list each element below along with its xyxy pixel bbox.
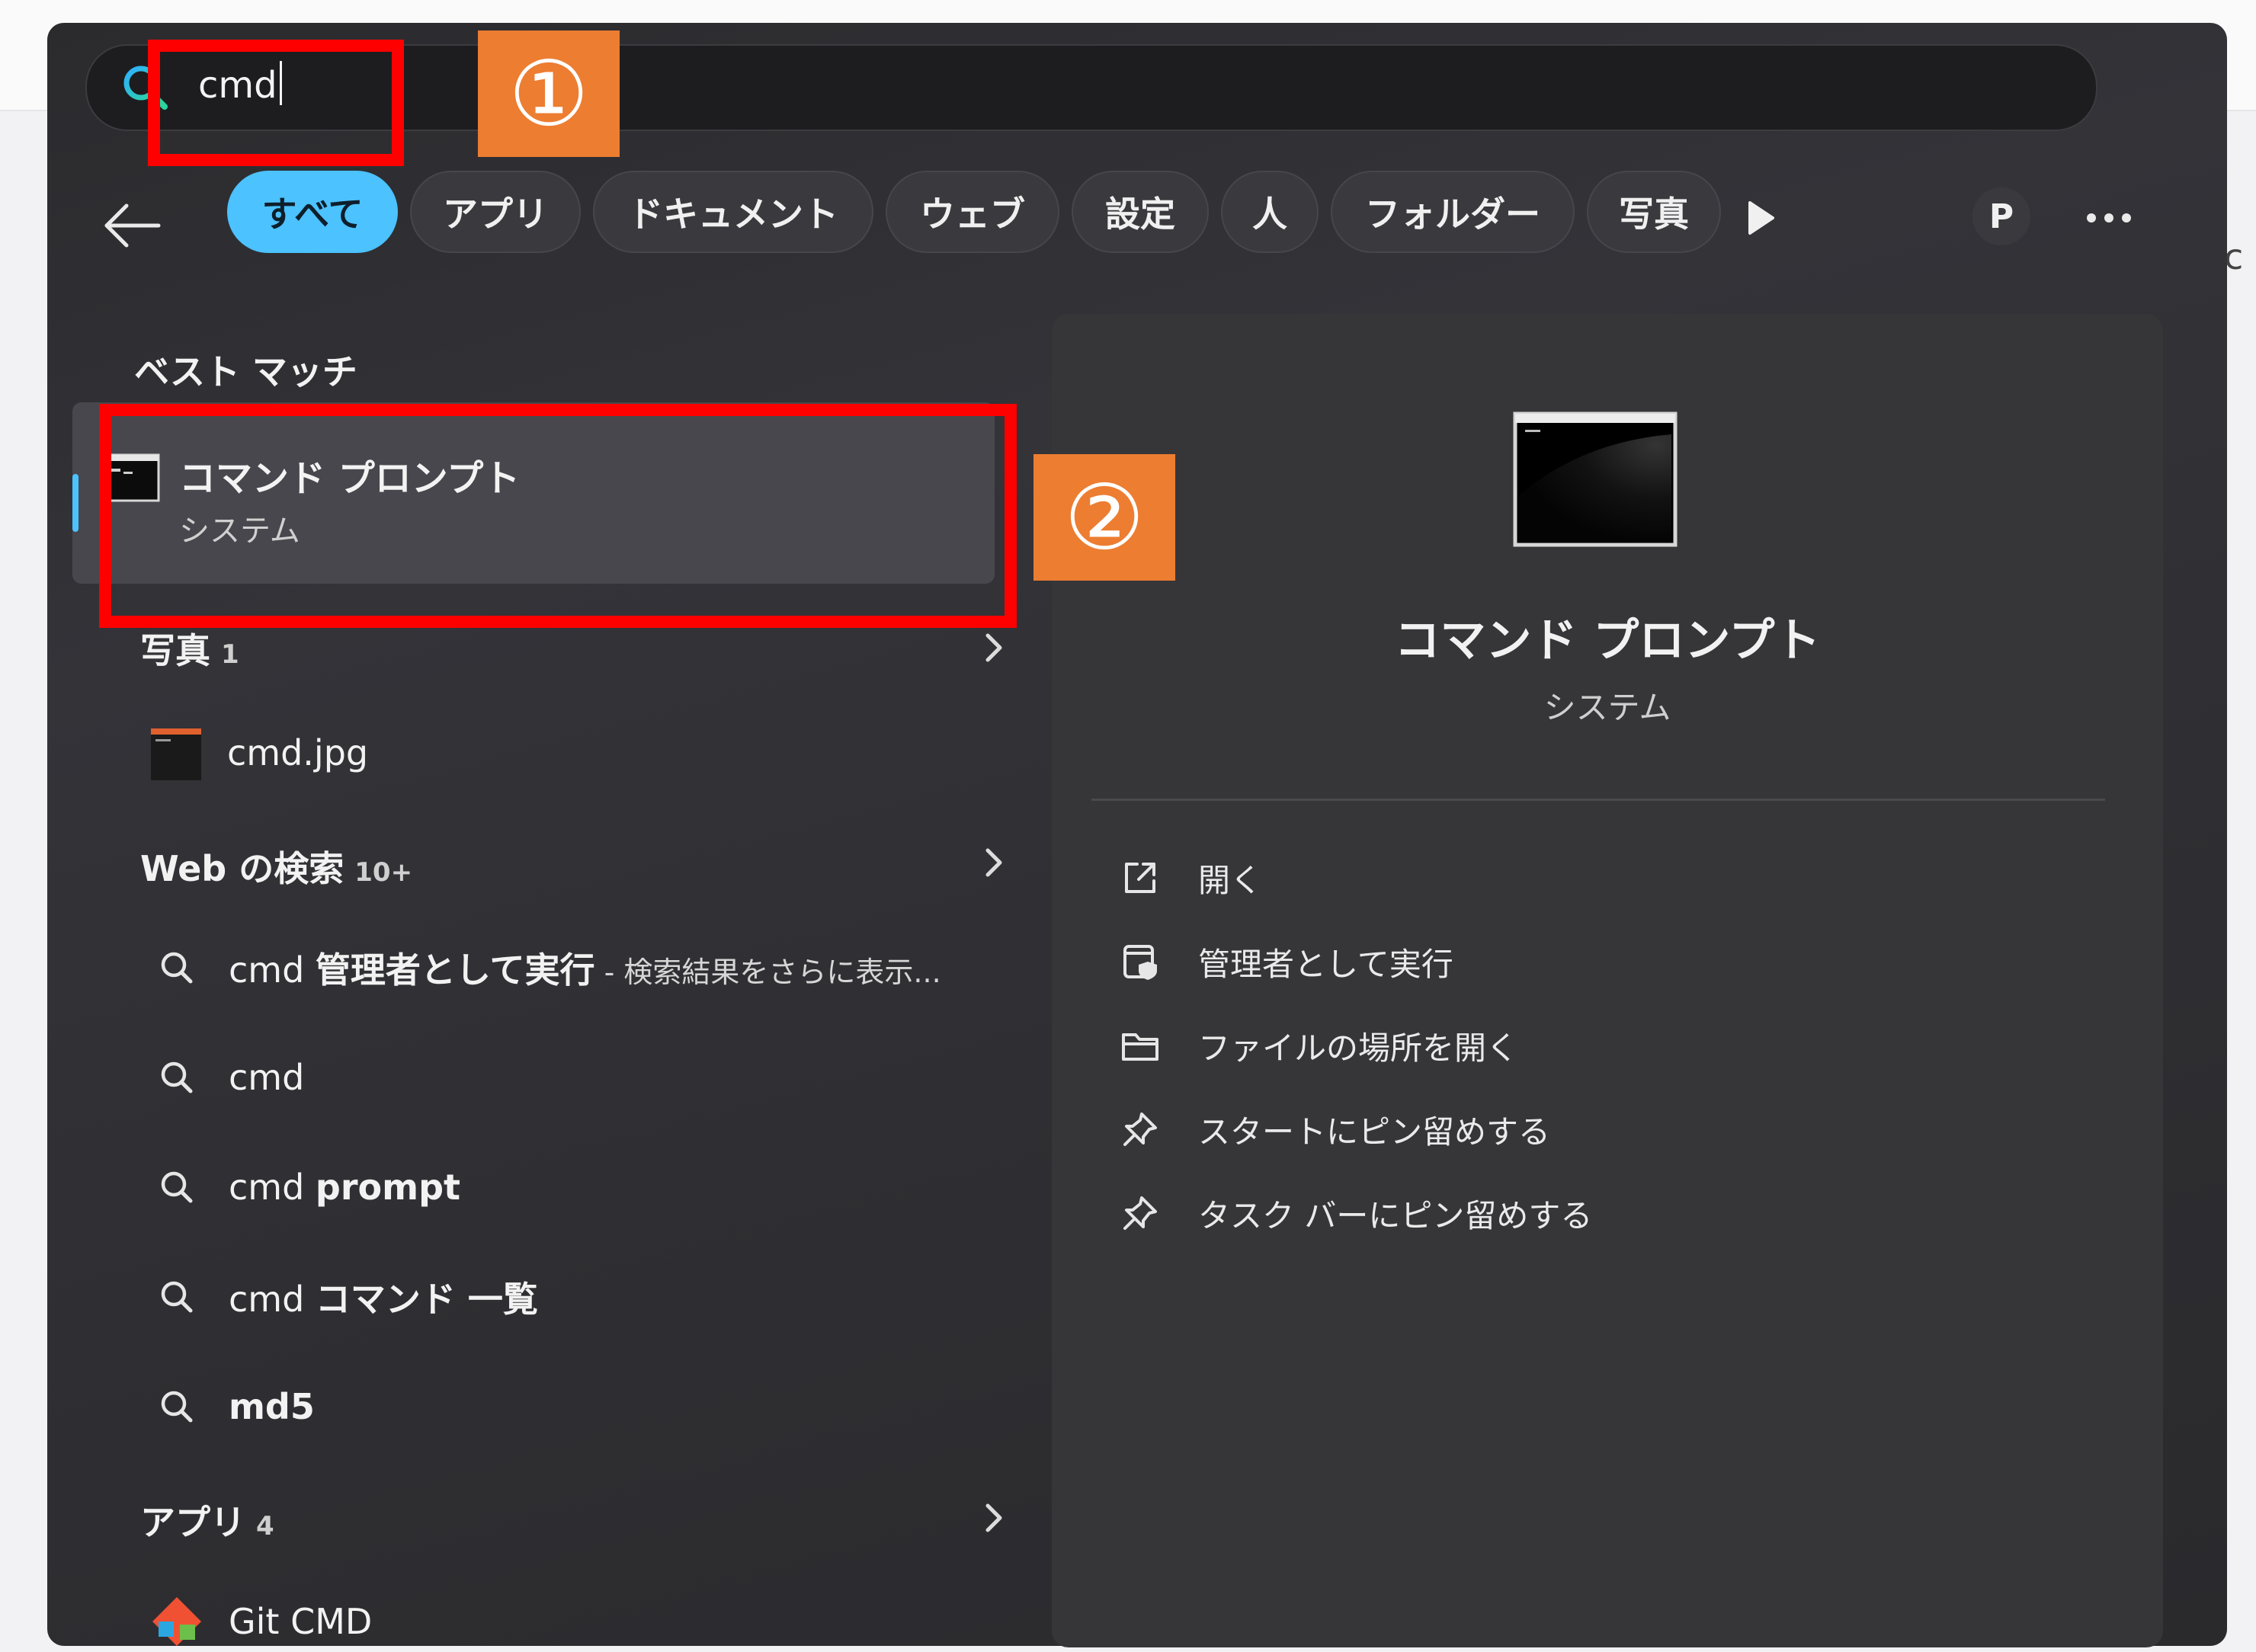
list-item[interactable]: Git CMD [149,1591,372,1652]
search-icon [161,1061,193,1093]
action-label: 管理者として実行 [1198,945,1453,983]
web-result-prefix: cmd [229,1167,316,1208]
web-result-bold: md5 [229,1386,315,1427]
image-file-icon [151,728,201,780]
action-label: 開く [1198,861,1263,899]
folder-icon [1122,1033,1158,1061]
apps-heading-label: アプリ [140,1502,245,1543]
filter-settings[interactable]: 設定 [1072,171,1209,253]
photos-count: 1 [221,639,239,670]
more-options-icon[interactable] [2075,195,2143,241]
chevron-right-icon[interactable] [971,840,1017,885]
best-match-heading: ベスト マッチ [134,351,357,392]
web-result-item[interactable]: cmd 管理者として実行 - 検索結果をさらに表示... [155,937,941,998]
step-badge-2: ② [1033,454,1175,581]
play-icon[interactable] [1729,187,1790,248]
account-avatar[interactable]: P [1972,187,2030,245]
detail-subtitle: システム [1543,689,1671,726]
app-name: Git CMD [229,1601,373,1642]
git-cmd-icon [152,1597,201,1646]
action-pin-to-start[interactable]: スタートにピン留めする [1119,1099,1550,1160]
action-label: スタートにピン留めする [1198,1113,1551,1151]
search-icon [161,1391,193,1423]
web-result-prefix: cmd [229,1279,316,1320]
photos-heading-label: 写真 [140,630,210,671]
action-label: タスク バーにピン留めする [1198,1196,1593,1234]
web-result-item[interactable]: cmd [155,1047,304,1108]
web-result-item[interactable]: cmd コマンド 一覧 [155,1266,538,1327]
step-badge-1: ① [478,30,620,157]
web-result-item[interactable]: md5 [155,1376,315,1437]
detail-divider [1091,799,2105,801]
apps-heading[interactable]: アプリ 4 [140,1495,274,1545]
filter-apps[interactable]: アプリ [410,171,581,253]
action-run-as-admin[interactable]: 管理者として実行 [1119,931,1453,992]
chevron-right-icon[interactable] [971,625,1017,671]
filter-people[interactable]: 人 [1221,171,1319,253]
web-result-prefix: cmd [229,1057,305,1098]
web-search-heading[interactable]: Web の検索 10+ [140,841,412,892]
apps-count: 4 [256,1511,274,1542]
action-open[interactable]: 開く [1119,847,1262,908]
web-result-bold: コマンド 一覧 [315,1279,538,1320]
action-pin-to-taskbar[interactable]: タスク バーにピン留めする [1119,1183,1592,1244]
search-icon [161,1281,193,1313]
detail-title: コマンド プロンプト [1394,614,1821,668]
callout-box-step1 [148,40,404,166]
filter-folders[interactable]: フォルダー [1331,171,1575,253]
selection-indicator [72,474,79,532]
pin-icon [1123,1196,1157,1230]
photo-filename: cmd.jpg [227,732,369,773]
web-search-heading-label: Web の検索 [140,848,344,889]
command-prompt-large-icon [1513,411,1678,547]
web-result-suffix: - 検索結果をさらに表示... [594,956,941,989]
web-result-prefix: cmd [229,949,316,991]
search-icon [161,952,193,984]
action-label: ファイルの場所を開く [1198,1029,1519,1067]
web-result-bold: 管理者として実行 [315,949,595,991]
chevron-right-icon[interactable] [971,1495,1017,1541]
list-item[interactable]: cmd.jpg [149,722,368,783]
filter-documents[interactable]: ドキュメント [593,171,873,253]
filter-web[interactable]: ウェブ [886,171,1059,253]
web-result-item[interactable]: cmd prompt [155,1157,460,1218]
back-arrow-icon[interactable] [99,192,166,259]
filter-photos[interactable]: 写真 [1587,171,1721,253]
photos-heading[interactable]: 写真 1 [140,623,239,674]
shield-app-icon [1123,945,1157,980]
search-icon [161,1171,193,1203]
callout-box-step2 [99,404,1017,628]
action-open-file-location[interactable]: ファイルの場所を開く [1119,1015,1518,1076]
web-result-bold: prompt [315,1167,460,1208]
web-search-count: 10+ [354,857,413,888]
open-external-icon [1125,863,1155,893]
pin-icon [1123,1113,1157,1146]
filter-all[interactable]: すべて [227,171,398,253]
